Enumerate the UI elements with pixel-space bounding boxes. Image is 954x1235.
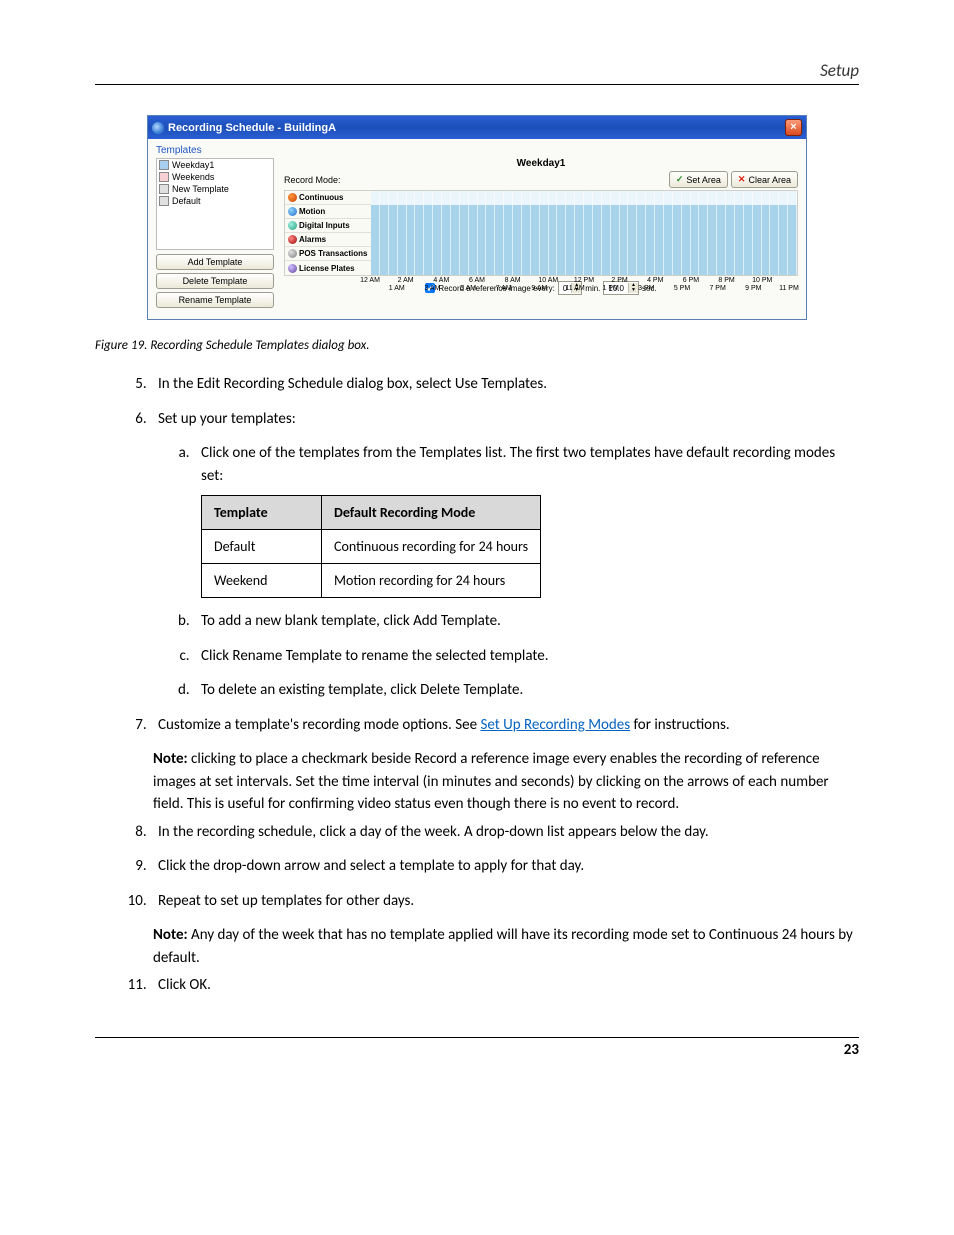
step-5: In the Edit Recording Schedule dialog bo… xyxy=(150,373,859,396)
chevron-down-icon[interactable]: ▼ xyxy=(629,288,638,293)
cells[interactable] xyxy=(371,219,797,233)
mode-row-alarms[interactable]: Alarms xyxy=(285,233,797,247)
template-item[interactable]: Weekends xyxy=(157,171,273,183)
template-item[interactable]: Default xyxy=(157,195,273,207)
alarms-icon xyxy=(288,235,297,244)
page-footer: 23 xyxy=(95,1037,859,1059)
swatch-icon xyxy=(159,184,169,194)
mode-row-continuous[interactable]: Continuous xyxy=(285,191,797,205)
template-item[interactable]: Weekday1 xyxy=(157,159,273,171)
header-title: Setup xyxy=(820,60,859,81)
swatch-icon xyxy=(159,160,169,170)
table-row: Default Continuous recording for 24 hour… xyxy=(202,530,541,564)
license-plates-icon xyxy=(288,264,297,273)
step-6: Set up your templates: Click one of the … xyxy=(150,408,859,702)
titlebar: Recording Schedule - BuildingA × xyxy=(148,116,806,139)
continuous-icon xyxy=(288,193,297,202)
step-9: Click the drop-down arrow and select a t… xyxy=(150,855,859,878)
page-number: 23 xyxy=(844,1041,859,1059)
record-mode-label: Record Mode: xyxy=(284,175,341,185)
cells[interactable] xyxy=(371,205,797,219)
step-6a: Click one of the templates from the Temp… xyxy=(193,442,859,598)
step-6d: To delete an existing template, click De… xyxy=(193,679,859,702)
cells[interactable] xyxy=(371,191,797,205)
cells[interactable] xyxy=(371,247,797,261)
step-7: Customize a template's recording mode op… xyxy=(150,714,859,737)
template-list[interactable]: Weekday1 Weekends New Template Default xyxy=(156,158,274,250)
mode-row-license[interactable]: License Plates xyxy=(285,261,797,275)
page-header: Setup xyxy=(95,60,859,85)
th-mode: Default Recording Mode xyxy=(322,496,541,530)
figure-caption: Figure 19. Recording Schedule Templates … xyxy=(95,338,859,353)
recording-modes-link[interactable]: Set Up Recording Modes xyxy=(480,716,630,734)
table-row: Weekend Motion recording for 24 hours xyxy=(202,564,541,598)
add-template-button[interactable]: Add Template xyxy=(156,254,274,270)
step-6b: To add a new blank template, click Add T… xyxy=(193,610,859,633)
note-1: Note: clicking to place a checkmark besi… xyxy=(153,748,859,816)
template-item[interactable]: New Template xyxy=(157,183,273,195)
mode-grid[interactable]: Continuous Motion Digital Inputs Al xyxy=(284,190,798,276)
template-name-header: Weekday1 xyxy=(284,158,798,169)
step-10: Repeat to set up templates for other day… xyxy=(150,890,859,913)
template-table: Template Default Recording Mode Default … xyxy=(201,495,541,598)
check-icon: ✓ xyxy=(676,174,684,185)
x-icon: ✕ xyxy=(738,174,746,185)
note-2: Note: Any day of the week that has no te… xyxy=(153,924,859,969)
swatch-icon xyxy=(159,172,169,182)
close-icon[interactable]: × xyxy=(785,119,802,136)
groupbox-label: Templates xyxy=(156,145,798,156)
th-template: Template xyxy=(202,496,322,530)
clear-area-button[interactable]: ✕Clear Area xyxy=(731,171,798,188)
motion-icon xyxy=(288,207,297,216)
delete-template-button[interactable]: Delete Template xyxy=(156,273,274,289)
mode-row-motion[interactable]: Motion xyxy=(285,205,797,219)
step-11: Click OK. xyxy=(150,974,859,997)
digital-inputs-icon xyxy=(288,221,297,230)
cells[interactable] xyxy=(371,261,797,275)
mode-row-digital[interactable]: Digital Inputs xyxy=(285,219,797,233)
step-6c: Click Rename Template to rename the sele… xyxy=(193,645,859,668)
mode-row-pos[interactable]: POS Transactions xyxy=(285,247,797,261)
rename-template-button[interactable]: Rename Template xyxy=(156,292,274,308)
app-icon xyxy=(152,122,164,134)
window-title: Recording Schedule - BuildingA xyxy=(168,122,336,134)
step-8: In the recording schedule, click a day o… xyxy=(150,821,859,844)
screenshot-figure: Recording Schedule - BuildingA × Templat… xyxy=(147,115,807,320)
swatch-icon xyxy=(159,196,169,206)
pos-icon xyxy=(288,249,297,258)
cells[interactable] xyxy=(371,233,797,247)
set-area-button[interactable]: ✓Set Area xyxy=(669,171,728,188)
